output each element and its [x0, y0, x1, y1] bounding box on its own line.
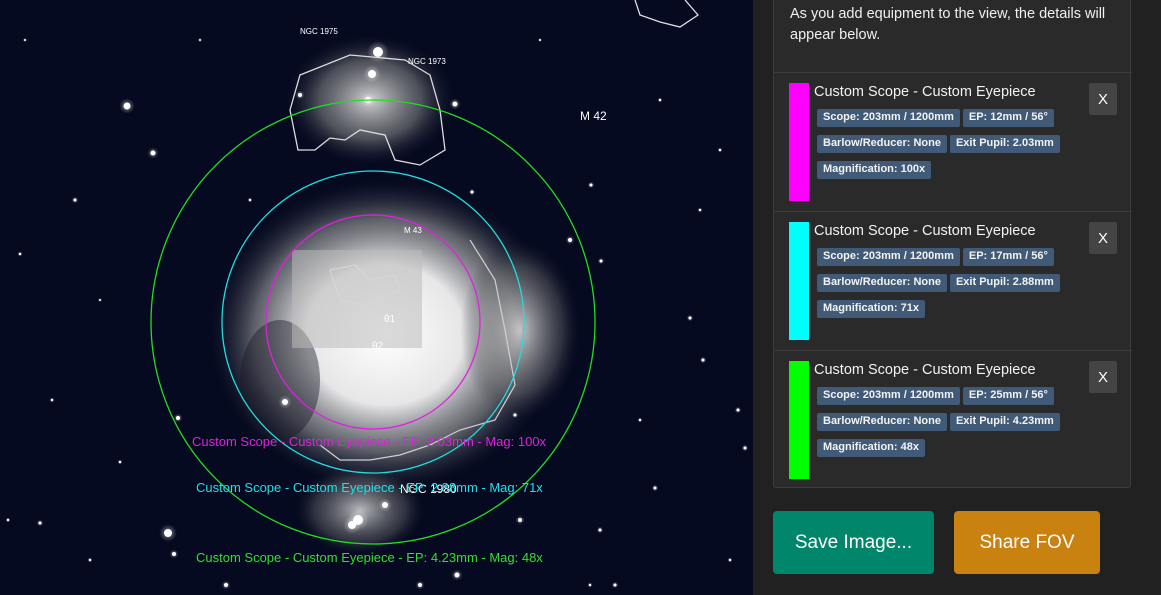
equipment-details: Scope: 203mm / 1200mm EP: 12mm / 56° Barl… — [817, 107, 1077, 185]
star — [728, 558, 732, 562]
star — [88, 558, 92, 562]
nebula-image — [210, 35, 580, 555]
star — [298, 93, 302, 97]
star — [454, 572, 460, 578]
equipment-title: Custom Scope - Custom Eyepiece — [814, 362, 1036, 378]
remove-equipment-button[interactable]: X — [1089, 361, 1117, 393]
star — [282, 399, 288, 405]
equipment-card: Custom Scope - Custom Eyepiece Scope: 20… — [774, 72, 1132, 211]
top-right-outline — [634, 0, 699, 28]
fov-caption-cyan: Custom Scope - Custom Eyepiece - EP: 2.8… — [196, 480, 543, 495]
fov-caption-magenta: Custom Scope - Custom Eyepiece - EP: 2.0… — [192, 434, 547, 449]
label-m43: M 43 — [404, 226, 422, 235]
remove-equipment-button[interactable]: X — [1089, 222, 1117, 254]
star — [118, 460, 122, 464]
equipment-list: As you add equipment to the view, the de… — [773, 0, 1132, 489]
star — [73, 198, 77, 202]
equipment-intro-text: As you add equipment to the view, the de… — [790, 6, 1106, 43]
star — [382, 502, 388, 508]
star — [50, 398, 54, 402]
equipment-color-swatch — [789, 361, 809, 479]
equipment-details: Scope: 203mm / 1200mm EP: 17mm / 56° Barl… — [817, 246, 1077, 324]
star — [513, 413, 517, 417]
eyepiece-badge: EP: 17mm / 56° — [962, 248, 1054, 266]
equipment-color-swatch — [789, 222, 809, 340]
label-ngc1975: NGC 1975 — [300, 27, 338, 36]
barlow-badge: Barlow/Reducer: None — [817, 135, 947, 153]
star — [18, 252, 22, 256]
star — [743, 446, 747, 450]
magnification-badge: Magnification: 48x — [817, 439, 925, 457]
star — [373, 47, 383, 57]
star — [698, 208, 702, 212]
star — [598, 528, 602, 532]
star — [199, 39, 201, 41]
star — [653, 486, 657, 490]
scope-badge: Scope: 203mm / 1200mm — [817, 248, 960, 266]
star — [736, 408, 740, 412]
star — [164, 529, 172, 537]
star — [452, 101, 458, 107]
label-m42: M 42 — [580, 109, 607, 123]
magnification-badge: Magnification: 100x — [817, 161, 932, 179]
equipment-panel: As you add equipment to the view, the de… — [753, 0, 1161, 595]
star — [518, 518, 522, 522]
save-image-button[interactable]: Save Image... — [773, 511, 934, 574]
eyepiece-badge: EP: 12mm / 56° — [962, 109, 1054, 127]
star — [172, 552, 176, 556]
star — [638, 418, 642, 422]
equipment-details: Scope: 203mm / 1200mm EP: 25mm / 56° Barl… — [817, 385, 1077, 463]
star — [613, 583, 617, 587]
exit-pupil-badge: Exit Pupil: 4.23mm — [949, 413, 1060, 431]
equipment-color-swatch — [789, 83, 809, 201]
star — [588, 583, 592, 587]
star — [24, 39, 26, 41]
exit-pupil-badge: Exit Pupil: 2.88mm — [949, 274, 1060, 292]
scope-badge: Scope: 203mm / 1200mm — [817, 387, 960, 405]
share-fov-button[interactable]: Share FOV — [954, 511, 1100, 574]
scope-badge: Scope: 203mm / 1200mm — [817, 109, 960, 127]
star — [718, 148, 722, 152]
star — [348, 521, 356, 529]
eyepiece-badge: EP: 25mm / 56° — [962, 387, 1054, 405]
star — [123, 102, 131, 110]
magnification-badge: Magnification: 71x — [817, 300, 925, 318]
star — [539, 39, 541, 41]
equipment-card: Custom Scope - Custom Eyepiece Scope: 20… — [774, 350, 1132, 489]
barlow-badge: Barlow/Reducer: None — [817, 413, 947, 431]
star — [701, 358, 705, 362]
star — [6, 518, 10, 522]
star — [688, 316, 692, 320]
label-theta1: θ1 — [384, 314, 396, 325]
star — [470, 190, 474, 194]
star — [599, 259, 603, 263]
label-ngc1973: NGC 1973 — [408, 57, 446, 66]
star — [568, 238, 572, 242]
star — [248, 198, 252, 202]
star — [418, 583, 422, 587]
remove-equipment-button[interactable]: X — [1089, 83, 1117, 115]
star — [38, 521, 42, 525]
barlow-badge: Barlow/Reducer: None — [817, 274, 947, 292]
star — [150, 150, 156, 156]
sky-chart[interactable]: NGC 1975 NGC 1973 M 42 M 43 θ1 θ2 NGC 19… — [0, 0, 753, 595]
equipment-title: Custom Scope - Custom Eyepiece — [814, 84, 1036, 100]
star — [176, 416, 180, 420]
star — [589, 183, 593, 187]
label-theta2: θ2 — [372, 341, 384, 352]
star — [368, 70, 376, 78]
star — [658, 98, 662, 102]
equipment-title: Custom Scope - Custom Eyepiece — [814, 223, 1036, 239]
fov-caption-green: Custom Scope - Custom Eyepiece - EP: 4.2… — [196, 550, 543, 565]
star — [99, 299, 101, 301]
exit-pupil-badge: Exit Pupil: 2.03mm — [949, 135, 1060, 153]
equipment-card: Custom Scope - Custom Eyepiece Scope: 20… — [774, 211, 1132, 350]
sky-view[interactable]: NGC 1975 NGC 1973 M 42 M 43 θ1 θ2 NGC 19… — [0, 0, 753, 595]
star — [224, 583, 228, 587]
